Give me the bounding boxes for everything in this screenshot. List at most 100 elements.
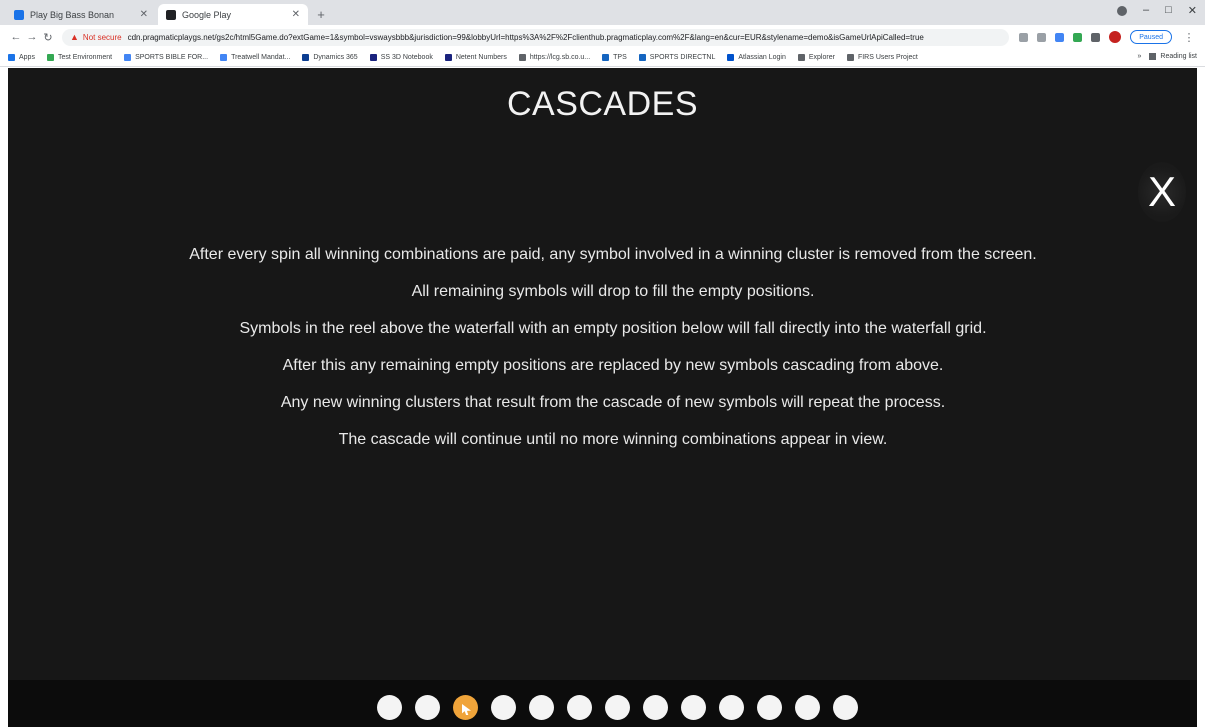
bookmark-label: https://lcg.sb.co.u...: [529, 54, 591, 61]
minimize-icon[interactable]: –: [1143, 4, 1149, 17]
kebab-menu-icon[interactable]: ⋮: [1181, 31, 1197, 44]
bookmark-label: Treatwell Mandat...: [231, 54, 291, 61]
extensions-area: Paused ⋮: [1019, 30, 1197, 44]
new-tab-icon[interactable]: +: [310, 4, 332, 25]
page-dots: [377, 695, 858, 720]
profile-dot-icon[interactable]: [1117, 6, 1127, 16]
rules-paragraph: All remaining symbols will drop to fill …: [411, 283, 815, 300]
bookmark-favicon-icon: [638, 54, 646, 61]
browser-tab-strip: Play Big Bass Bonan ✕ Google Play ✕ + – …: [0, 0, 1205, 25]
bookmark-label: SPORTS BIBLE FOR...: [135, 54, 209, 61]
maximize-icon[interactable]: □: [1165, 4, 1172, 17]
bookmark-item[interactable]: TPS: [602, 54, 627, 61]
bookmark-item[interactable]: Apps: [8, 54, 35, 61]
browser-tab-active[interactable]: Google Play ✕: [158, 4, 308, 25]
page-dot[interactable]: [529, 695, 554, 720]
reading-list-icon: [1149, 53, 1157, 60]
page-viewport: CASCADES X After every spin all winning …: [0, 68, 1205, 727]
page-dot[interactable]: [719, 695, 744, 720]
page-dot[interactable]: [833, 695, 858, 720]
tab-title: Google Play: [182, 9, 232, 20]
page-dot[interactable]: [377, 695, 402, 720]
bookmark-item[interactable]: Atlassian Login: [727, 54, 786, 61]
page-dot[interactable]: [415, 695, 440, 720]
page-dot[interactable]: [757, 695, 782, 720]
rules-paragraph: After every spin all winning combination…: [189, 246, 1037, 263]
bookmark-label: Test Environment: [57, 54, 113, 61]
rules-paragraph: Symbols in the reel above the waterfall …: [239, 320, 987, 337]
avatar[interactable]: [1109, 31, 1122, 43]
bookmark-item[interactable]: Explorer: [797, 54, 835, 61]
browser-toolbar: ← → ↻ ▲ Not secure cdn.pragmaticplaygs.n…: [0, 25, 1205, 49]
page-dot[interactable]: [681, 695, 706, 720]
bookmark-favicon-icon: [518, 54, 526, 61]
url-text: cdn.pragmaticplaygs.net/gs2c/html5Game.d…: [127, 32, 924, 42]
browser-tab[interactable]: Play Big Bass Bonan ✕: [6, 4, 156, 25]
page-indicator-bar: [8, 680, 1197, 727]
address-bar[interactable]: ▲ Not secure cdn.pragmaticplaygs.net/gs2…: [62, 28, 1010, 46]
bookmark-item[interactable]: SPORTS DIRECTNL: [638, 54, 716, 61]
bookmark-label: SS 3D Notebook: [380, 54, 433, 61]
rules-paragraph: After this any remaining empty positions…: [282, 357, 944, 374]
bookmark-label: Netent Numbers: [455, 54, 507, 61]
bookmark-item[interactable]: SS 3D Notebook: [369, 54, 433, 61]
bookmark-item[interactable]: Netent Numbers: [444, 54, 507, 61]
bookmark-item[interactable]: Treatwell Mandat...: [220, 54, 290, 61]
puzzle-icon[interactable]: [1091, 32, 1101, 42]
bookmark-label: Atlassian Login: [738, 54, 786, 61]
page-dot[interactable]: [605, 695, 630, 720]
bookmark-favicon-icon: [444, 54, 452, 61]
bookmark-item[interactable]: Dynamics 365: [302, 54, 358, 61]
page-dot[interactable]: [643, 695, 668, 720]
bookmark-item[interactable]: FIRS Users Project: [846, 54, 918, 61]
close-button[interactable]: X: [1138, 162, 1186, 222]
rules-text: After every spin all winning combination…: [108, 244, 1118, 466]
bookmark-favicon-icon: [124, 54, 132, 61]
bookmark-label: Apps: [19, 54, 35, 61]
warning-icon: ▲: [70, 32, 79, 42]
page-dot[interactable]: [795, 695, 820, 720]
bookmark-favicon-icon: [46, 54, 54, 61]
screen: Play Big Bass Bonan ✕ Google Play ✕ + – …: [0, 0, 1205, 727]
reload-icon[interactable]: ↻: [40, 31, 56, 44]
bookmark-label: Dynamics 365: [313, 54, 358, 61]
bookmark-favicon-icon: [727, 54, 735, 61]
bookmark-item[interactable]: SPORTS BIBLE FOR...: [124, 54, 208, 61]
bookmark-favicon-icon: [302, 54, 310, 61]
close-tab-icon[interactable]: ✕: [140, 9, 148, 20]
not-secure-label: Not secure: [82, 32, 122, 42]
rules-paragraph: Any new winning clusters that result fro…: [280, 394, 946, 411]
bookmark-favicon-icon: [220, 54, 228, 61]
close-tab-icon[interactable]: ✕: [292, 9, 300, 20]
bookmark-label: Explorer: [808, 54, 835, 61]
bookmark-item[interactable]: https://lcg.sb.co.u...: [518, 54, 591, 61]
bookmark-item[interactable]: Test Environment: [46, 54, 113, 61]
paused-button[interactable]: Paused: [1130, 30, 1172, 44]
bookmark-label: TPS: [613, 54, 627, 61]
page-dot[interactable]: [567, 695, 592, 720]
page-title: CASCADES: [506, 85, 699, 123]
reading-list-label: Reading list: [1160, 53, 1197, 60]
page-dot[interactable]: [491, 695, 516, 720]
page-dot-active[interactable]: [453, 695, 478, 720]
extension-icon[interactable]: [1073, 32, 1083, 42]
apps-icon: [8, 54, 15, 61]
bookmark-favicon-icon: [846, 54, 854, 61]
chevron-right-icon: »: [1137, 53, 1142, 60]
tab-title: Play Big Bass Bonan: [30, 9, 115, 20]
window-controls: – □ ✕: [1117, 4, 1197, 17]
tab-favicon-icon: [166, 9, 176, 20]
bookmark-label: FIRS Users Project: [857, 54, 918, 61]
rules-paragraph: The cascade will continue until no more …: [338, 431, 888, 448]
tab-favicon-icon: [14, 9, 24, 20]
bookmarks-bar: Apps Test Environment SPORTS BIBLE FOR..…: [0, 49, 1205, 67]
reading-list-button[interactable]: » Reading list: [1131, 53, 1197, 60]
star-icon[interactable]: [1037, 32, 1047, 42]
back-icon[interactable]: ←: [8, 31, 24, 43]
key-icon[interactable]: [1019, 32, 1029, 42]
extension-icon[interactable]: [1055, 32, 1065, 42]
window-close-icon[interactable]: ✕: [1188, 4, 1197, 17]
forward-icon[interactable]: →: [24, 31, 40, 43]
bookmark-favicon-icon: [369, 54, 377, 61]
bookmark-label: SPORTS DIRECTNL: [649, 54, 716, 61]
